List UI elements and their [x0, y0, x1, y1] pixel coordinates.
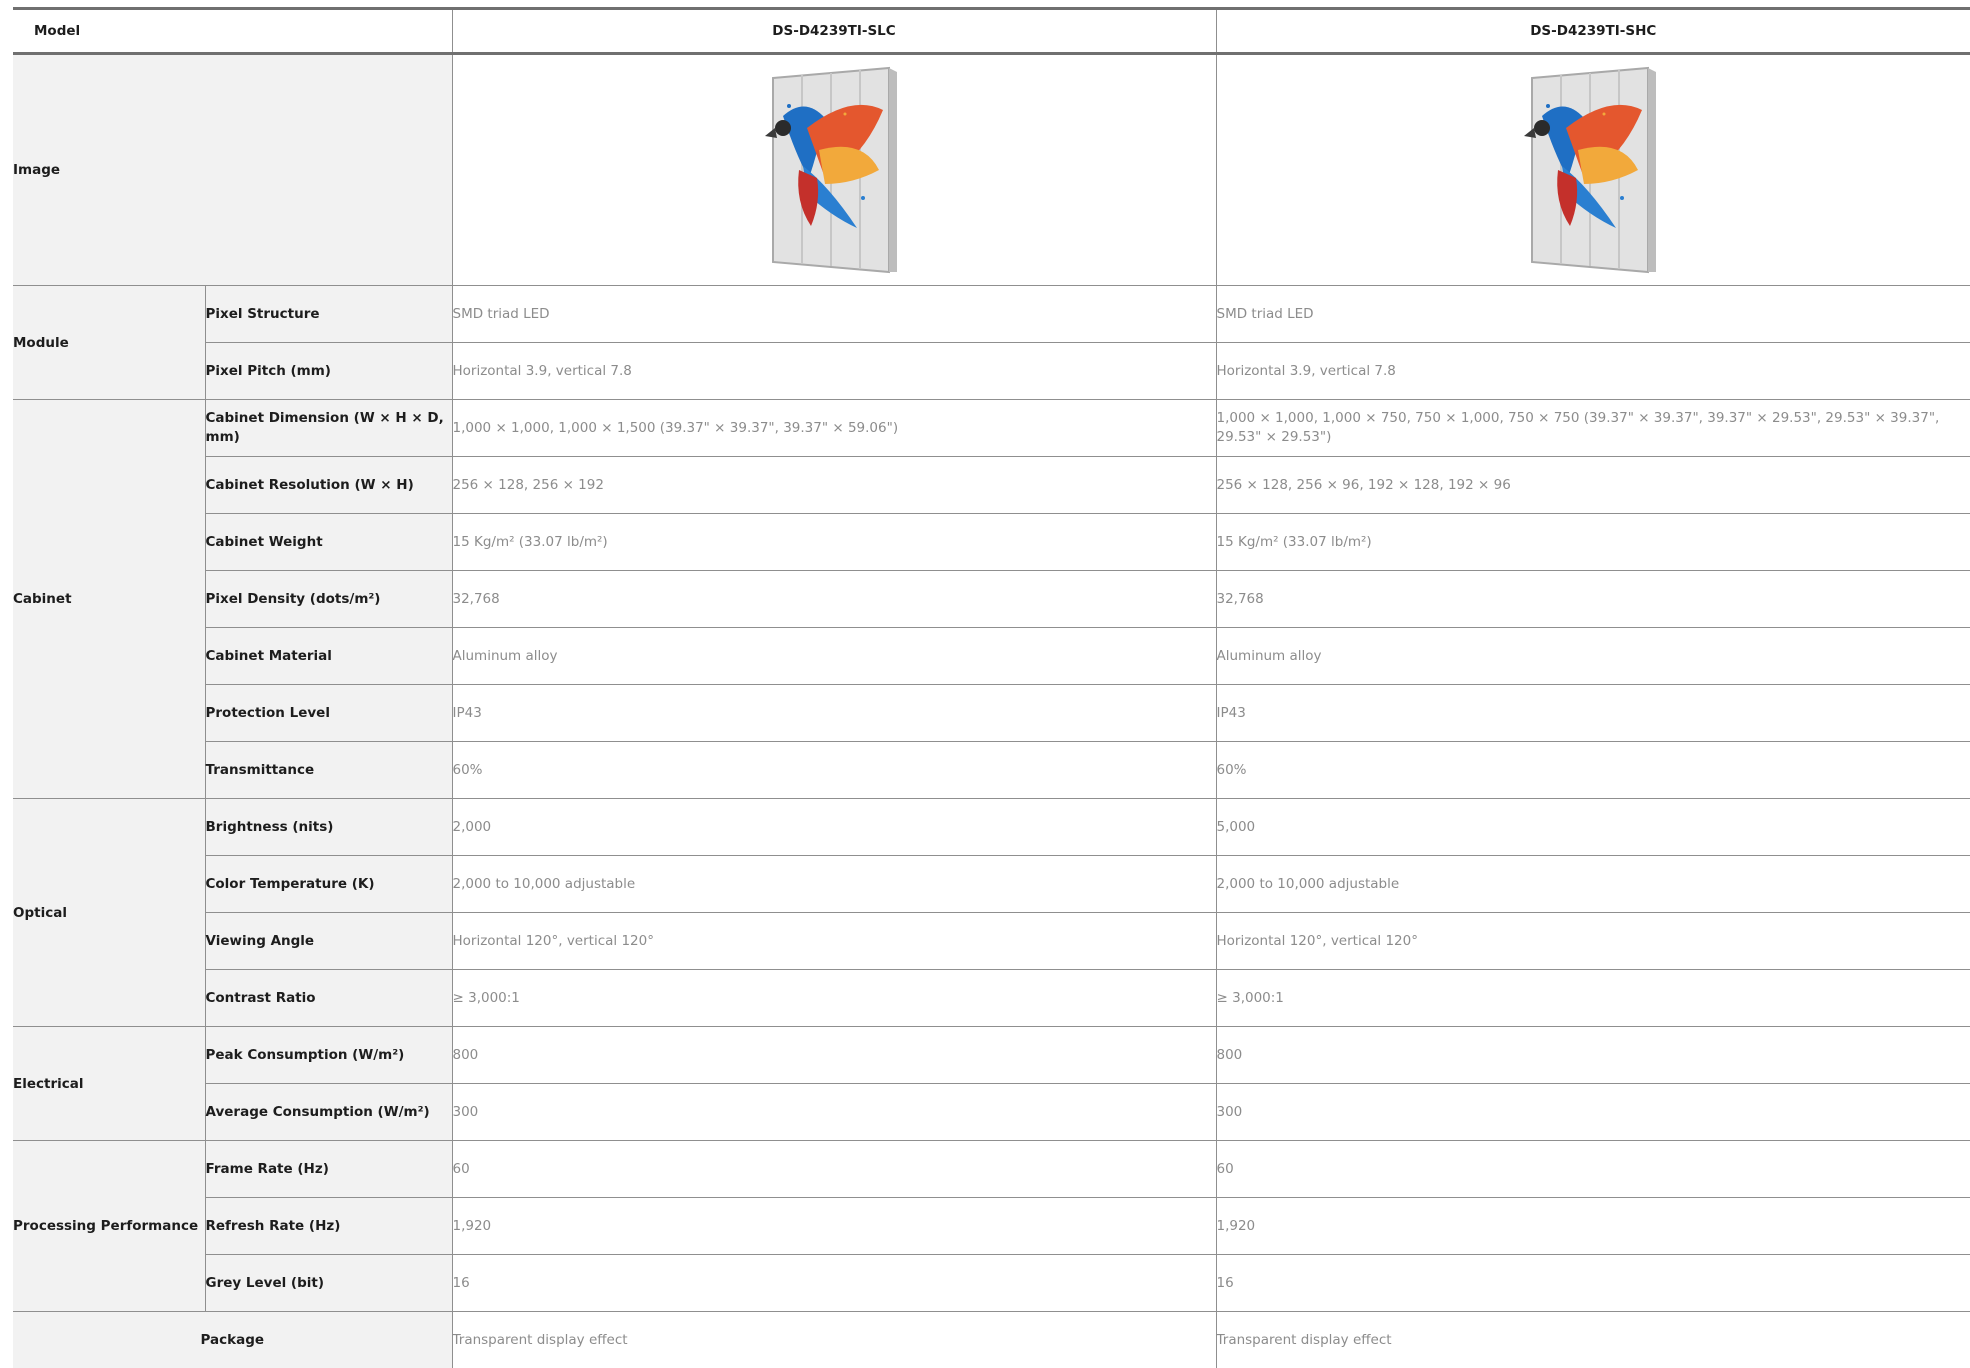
spec-label: Refresh Rate (Hz): [205, 1198, 452, 1255]
spec-value-model-2: 1,000 × 1,000, 1,000 × 750, 750 × 1,000,…: [1216, 400, 1970, 457]
spec-row: Grey Level (bit)1616: [13, 1255, 1970, 1312]
spec-value-model-1: 16: [452, 1255, 1216, 1312]
spec-label: Viewing Angle: [205, 913, 452, 970]
product-image: [1518, 66, 1668, 274]
spec-label: Contrast Ratio: [205, 970, 452, 1027]
spec-label: Frame Rate (Hz): [205, 1141, 452, 1198]
spec-label: Color Temperature (K): [205, 856, 452, 913]
spec-value-model-2: 60%: [1216, 742, 1970, 799]
spec-row: CabinetCabinet Dimension (W × H × D, mm)…: [13, 400, 1970, 457]
spec-value-model-2: SMD triad LED: [1216, 286, 1970, 343]
spec-value-model-1: 15 Kg/m² (33.07 lb/m²): [452, 514, 1216, 571]
spec-value-model-2: Aluminum alloy: [1216, 628, 1970, 685]
spec-value-model-2: 2,000 to 10,000 adjustable: [1216, 856, 1970, 913]
spec-value-model-2: 16: [1216, 1255, 1970, 1312]
spec-table: Model DS-D4239TI-SLC DS-D4239TI-SHC Imag…: [13, 7, 1970, 1368]
spec-label: Peak Consumption (W/m²): [205, 1027, 452, 1084]
spec-value-model-2: 60: [1216, 1141, 1970, 1198]
spec-value-model-1: 2,000 to 10,000 adjustable: [452, 856, 1216, 913]
model-name-2: DS-D4239TI-SHC: [1216, 9, 1970, 54]
spec-value-model-1: 32,768: [452, 571, 1216, 628]
spec-value-model-2: 256 × 128, 256 × 96, 192 × 128, 192 × 96: [1216, 457, 1970, 514]
spec-value-model-2: 32,768: [1216, 571, 1970, 628]
category-label-electrical: Electrical: [13, 1027, 205, 1141]
spec-row: Color Temperature (K)2,000 to 10,000 adj…: [13, 856, 1970, 913]
spec-label: Cabinet Material: [205, 628, 452, 685]
spec-value-model-2: 300: [1216, 1084, 1970, 1141]
spec-row: Pixel Pitch (mm)Horizontal 3.9, vertical…: [13, 343, 1970, 400]
spec-value-model-2: 1,920: [1216, 1198, 1970, 1255]
spec-value-model-1: ≥ 3,000:1: [452, 970, 1216, 1027]
spec-value-model-1: Aluminum alloy: [452, 628, 1216, 685]
model-header-label: Model: [13, 9, 452, 54]
spec-value-model-1: 256 × 128, 256 × 192: [452, 457, 1216, 514]
spec-row: Contrast Ratio≥ 3,000:1≥ 3,000:1: [13, 970, 1970, 1027]
spec-value-model-2: 15 Kg/m² (33.07 lb/m²): [1216, 514, 1970, 571]
spec-row: Cabinet MaterialAluminum alloyAluminum a…: [13, 628, 1970, 685]
spec-value-model-2: 5,000: [1216, 799, 1970, 856]
spec-value-model-1: 300: [452, 1084, 1216, 1141]
spec-label: Grey Level (bit): [205, 1255, 452, 1312]
spec-row: ElectricalPeak Consumption (W/m²)800800: [13, 1027, 1970, 1084]
spec-label: Cabinet Resolution (W × H): [205, 457, 452, 514]
spec-value-model-2: Horizontal 120°, vertical 120°: [1216, 913, 1970, 970]
spec-value-model-1: SMD triad LED: [452, 286, 1216, 343]
spec-value-model-2: ≥ 3,000:1: [1216, 970, 1970, 1027]
spec-value-model-2: IP43: [1216, 685, 1970, 742]
spec-value-model-2: 800: [1216, 1027, 1970, 1084]
product-image: [759, 66, 909, 274]
spec-value-model-1: 2,000: [452, 799, 1216, 856]
spec-value-model-1: 60%: [452, 742, 1216, 799]
spec-table-container: Model DS-D4239TI-SLC DS-D4239TI-SHC Imag…: [13, 7, 1970, 1368]
spec-row: Processing PerformanceFrame Rate (Hz)606…: [13, 1141, 1970, 1198]
spec-row: Viewing AngleHorizontal 120°, vertical 1…: [13, 913, 1970, 970]
category-label-cabinet: Cabinet: [13, 400, 205, 799]
model-name-1: DS-D4239TI-SLC: [452, 9, 1216, 54]
spec-label: Protection Level: [205, 685, 452, 742]
spec-label: Pixel Density (dots/m²): [205, 571, 452, 628]
spec-label: Transmittance: [205, 742, 452, 799]
spec-row: Protection LevelIP43IP43: [13, 685, 1970, 742]
category-label-processing-performance: Processing Performance: [13, 1141, 205, 1312]
package-label: Package: [13, 1312, 452, 1368]
category-label-module: Module: [13, 286, 205, 400]
product-image-cell-1: [452, 54, 1216, 286]
package-value-1: Transparent display effect: [452, 1312, 1216, 1368]
spec-value-model-1: Horizontal 120°, vertical 120°: [452, 913, 1216, 970]
image-row-label: Image: [13, 54, 452, 286]
spec-value-model-2: Horizontal 3.9, vertical 7.8: [1216, 343, 1970, 400]
spec-row: Refresh Rate (Hz)1,9201,920: [13, 1198, 1970, 1255]
spec-row: Cabinet Resolution (W × H)256 × 128, 256…: [13, 457, 1970, 514]
spec-row: Pixel Density (dots/m²)32,76832,768: [13, 571, 1970, 628]
category-label-optical: Optical: [13, 799, 205, 1027]
image-row: Image: [13, 54, 1970, 286]
spec-row: ModulePixel StructureSMD triad LEDSMD tr…: [13, 286, 1970, 343]
model-header-row: Model DS-D4239TI-SLC DS-D4239TI-SHC: [13, 9, 1970, 54]
spec-row: OpticalBrightness (nits)2,0005,000: [13, 799, 1970, 856]
spec-label: Brightness (nits): [205, 799, 452, 856]
spec-value-model-1: 1,920: [452, 1198, 1216, 1255]
product-image-cell-2: [1216, 54, 1970, 286]
spec-row: Average Consumption (W/m²)300300: [13, 1084, 1970, 1141]
spec-value-model-1: Horizontal 3.9, vertical 7.8: [452, 343, 1216, 400]
spec-value-model-1: 800: [452, 1027, 1216, 1084]
spec-label: Average Consumption (W/m²): [205, 1084, 452, 1141]
spec-row: Transmittance60%60%: [13, 742, 1970, 799]
spec-label: Pixel Pitch (mm): [205, 343, 452, 400]
package-value-2: Transparent display effect: [1216, 1312, 1970, 1368]
spec-value-model-1: IP43: [452, 685, 1216, 742]
spec-label: Cabinet Weight: [205, 514, 452, 571]
spec-label: Cabinet Dimension (W × H × D, mm): [205, 400, 452, 457]
spec-value-model-1: 60: [452, 1141, 1216, 1198]
spec-label: Pixel Structure: [205, 286, 452, 343]
spec-value-model-1: 1,000 × 1,000, 1,000 × 1,500 (39.37" × 3…: [452, 400, 1216, 457]
spec-row: Cabinet Weight15 Kg/m² (33.07 lb/m²)15 K…: [13, 514, 1970, 571]
package-row: Package Transparent display effect Trans…: [13, 1312, 1970, 1368]
